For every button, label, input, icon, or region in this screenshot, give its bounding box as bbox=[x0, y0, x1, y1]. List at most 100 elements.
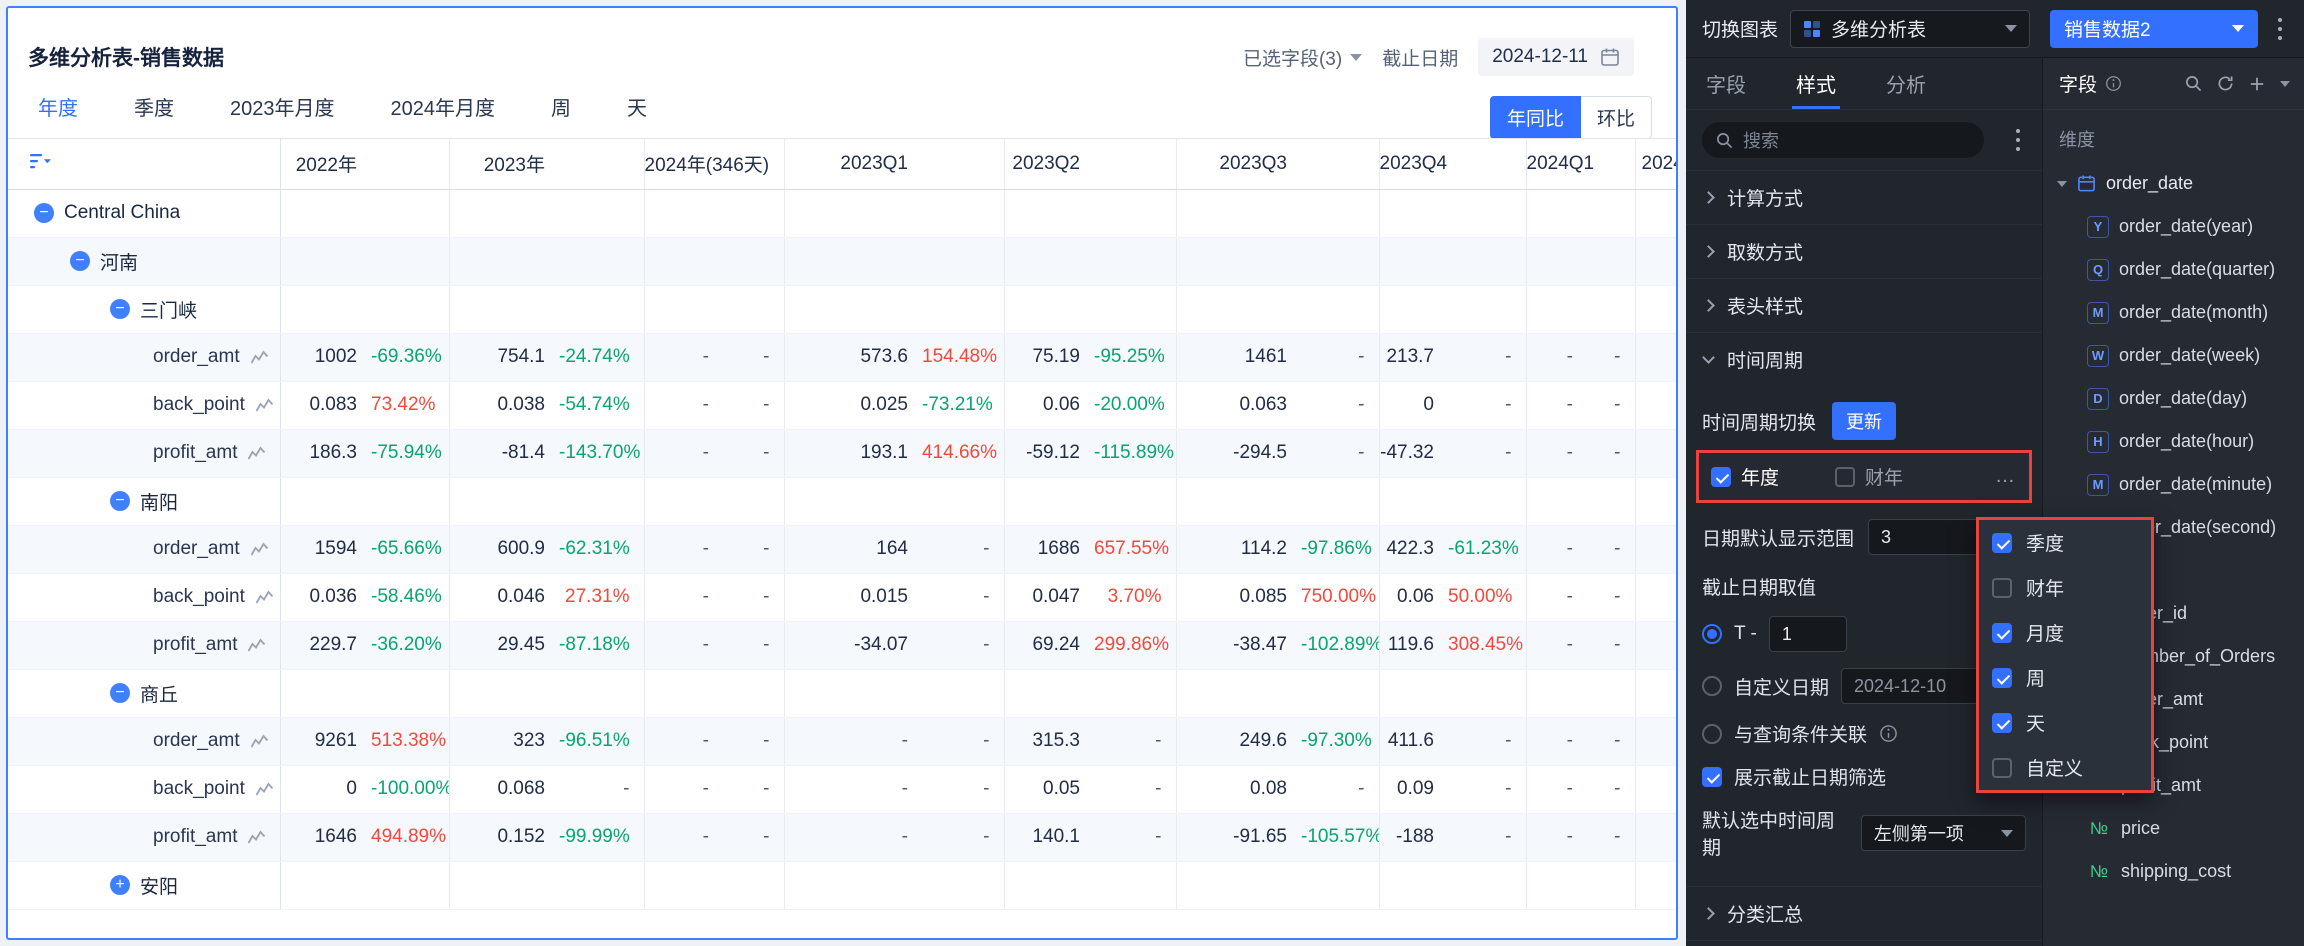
field-item[interactable]: Horder_date(hour) bbox=[2043, 420, 2304, 463]
more-options-icon[interactable]: … bbox=[1995, 465, 2017, 488]
section-label: 取数方式 bbox=[1727, 243, 1804, 264]
section-row[interactable]: 表头样式 bbox=[1686, 278, 2042, 332]
custom-date-value: 2024-12-10 bbox=[1854, 675, 1947, 696]
refresh-icon[interactable] bbox=[2217, 75, 2234, 92]
line-chart-icon[interactable] bbox=[255, 589, 274, 605]
line-chart-icon[interactable] bbox=[250, 541, 269, 557]
view-tab[interactable]: 年度 bbox=[38, 92, 78, 121]
value-cell: 0.036 bbox=[280, 573, 371, 622]
pct-cell: - bbox=[922, 813, 1005, 862]
section-time-period[interactable]: 时间周期 bbox=[1686, 332, 2042, 386]
view-tab[interactable]: 天 bbox=[627, 92, 647, 121]
deadline-date-input[interactable]: 2024-12-11 bbox=[1478, 38, 1634, 76]
mom-button[interactable]: 环比 bbox=[1580, 96, 1652, 139]
field-item[interactable]: Yorder_date(year) bbox=[2043, 205, 2304, 248]
radio-query-link-label: 与查询条件关联 bbox=[1734, 725, 1868, 746]
view-tab[interactable]: 2024年月度 bbox=[391, 92, 496, 121]
view-tab[interactable]: 2023年月度 bbox=[230, 92, 335, 121]
pct-cell: -102.89% bbox=[1301, 621, 1380, 670]
pct-cell: - bbox=[1094, 765, 1177, 814]
metric-row: back_point 0 -100.00% 0.068- - - - -0.05-0.08-0… bbox=[8, 765, 1676, 814]
tree-collapse-icon[interactable]: − bbox=[110, 683, 130, 703]
dataset-button-label: 销售数据2 bbox=[2064, 20, 2151, 41]
field-item[interactable]: Morder_date(minute) bbox=[2043, 463, 2304, 506]
dropdown-option[interactable]: 自定义 bbox=[1979, 745, 2151, 790]
style-search-input[interactable]: 搜索 bbox=[1702, 122, 1984, 158]
line-chart-icon[interactable] bbox=[250, 349, 269, 365]
field-item[interactable]: Morder_date(month) bbox=[2043, 291, 2304, 334]
period-checkbox[interactable]: 年度 bbox=[1711, 463, 1779, 490]
pivot-card[interactable]: 多维分析表-销售数据 已选字段(3) 截止日期 2024-12-11 年度 季度 2… bbox=[6, 6, 1678, 940]
pct-cell: - bbox=[922, 525, 1005, 574]
chart-type-select[interactable]: 多维分析表 bbox=[1790, 9, 2031, 48]
line-chart-icon[interactable] bbox=[247, 637, 266, 653]
line-chart-icon[interactable] bbox=[250, 733, 269, 749]
field-item[interactable]: № shipping_cost bbox=[2043, 850, 2304, 893]
line-chart-icon[interactable] bbox=[255, 781, 274, 797]
dropdown-option[interactable]: 财年 bbox=[1979, 565, 2151, 610]
default-period-select[interactable]: 左侧第一项 bbox=[1860, 815, 2026, 851]
tree-collapse-icon[interactable]: − bbox=[70, 251, 90, 271]
line-chart-icon[interactable] bbox=[255, 397, 274, 413]
chevron-down-icon[interactable] bbox=[2280, 80, 2290, 87]
tree-collapse-icon[interactable]: − bbox=[34, 203, 54, 223]
field-label: order_date(year) bbox=[2119, 216, 2254, 236]
column-header: 2023Q2 bbox=[1004, 139, 1094, 190]
yoy-button[interactable]: 年同比 bbox=[1489, 96, 1581, 139]
panel-tab[interactable]: 分析 bbox=[1886, 58, 1926, 109]
view-tab[interactable]: 季度 bbox=[134, 92, 174, 121]
dropdown-option[interactable]: 天 bbox=[1979, 700, 2151, 745]
section-row[interactable]: 计算方式 bbox=[1686, 170, 2042, 224]
field-item[interactable]: Qorder_date(quarter) bbox=[2043, 248, 2304, 291]
deadline-date-value: 2024-12-11 bbox=[1492, 46, 1588, 67]
radio-custom-date[interactable] bbox=[1702, 676, 1722, 696]
section-row[interactable]: 分类汇总 bbox=[1686, 886, 2042, 940]
t-minus-input[interactable]: 1 bbox=[1768, 616, 1847, 652]
column-header: 2024年(346天) bbox=[644, 139, 769, 190]
field-item[interactable]: Dorder_date(day) bbox=[2043, 377, 2304, 420]
plus-icon[interactable] bbox=[2249, 76, 2265, 92]
update-button[interactable]: 更新 bbox=[1832, 402, 1897, 440]
field-item[interactable]: order_date bbox=[2043, 162, 2304, 205]
checkbox bbox=[1711, 466, 1731, 487]
pct-cell: - bbox=[723, 525, 785, 574]
line-chart-icon[interactable] bbox=[247, 445, 266, 461]
tree-collapse-icon[interactable]: − bbox=[110, 491, 130, 511]
kebab-menu-icon[interactable] bbox=[2008, 129, 2028, 151]
kebab-menu-icon[interactable] bbox=[2270, 17, 2290, 40]
radio-t-minus[interactable] bbox=[1702, 624, 1722, 644]
panel-tab[interactable]: 字段 bbox=[1706, 58, 1746, 109]
view-tab[interactable]: 周 bbox=[551, 92, 571, 121]
switch-chart-label: 切换图表 bbox=[1702, 20, 1779, 41]
dataset-button[interactable]: 销售数据2 bbox=[2050, 9, 2258, 48]
period-checkbox[interactable]: 财年 bbox=[1835, 463, 1903, 490]
pct-cell: - bbox=[723, 813, 785, 862]
panel-tab[interactable]: 样式 bbox=[1792, 58, 1840, 109]
section-row[interactable]: 取数方式 bbox=[1686, 224, 2042, 278]
field-item[interactable]: Worder_date(week) bbox=[2043, 334, 2304, 377]
calendar-icon bbox=[1601, 48, 1619, 66]
pct-cell: -95.25% bbox=[1094, 333, 1177, 382]
search-icon[interactable] bbox=[2185, 75, 2202, 92]
hierarchy-filter-icon[interactable] bbox=[30, 153, 52, 169]
field-item[interactable]: № price bbox=[2043, 807, 2304, 850]
pct-cell: - bbox=[723, 765, 785, 814]
metric-label: order_amt bbox=[153, 538, 240, 559]
tree-expand-icon[interactable]: + bbox=[110, 875, 130, 895]
metric-label: back_point bbox=[153, 778, 245, 799]
dropdown-option[interactable]: 月度 bbox=[1979, 610, 2151, 655]
section-row[interactable]: 指标筛选 bbox=[1686, 940, 2042, 946]
selected-fields-dropdown[interactable]: 已选字段(3) bbox=[1243, 44, 1363, 71]
range-input[interactable]: 3 bbox=[1868, 519, 1981, 555]
pct-cell: -58.46% bbox=[371, 573, 450, 622]
pct-cell: - bbox=[1094, 717, 1177, 766]
line-chart-icon[interactable] bbox=[247, 829, 266, 845]
field-label: order_date(minute) bbox=[2119, 474, 2273, 494]
chevron-down-icon bbox=[1350, 53, 1363, 61]
radio-query-link[interactable] bbox=[1702, 723, 1722, 744]
dropdown-option[interactable]: 周 bbox=[1979, 655, 2151, 700]
dropdown-option[interactable]: 季度 bbox=[1979, 520, 2151, 565]
tree-collapse-icon[interactable]: − bbox=[110, 299, 130, 319]
show-deadline-filter-checkbox[interactable] bbox=[1702, 766, 1722, 787]
value-cell: -47.32 bbox=[1379, 429, 1448, 478]
